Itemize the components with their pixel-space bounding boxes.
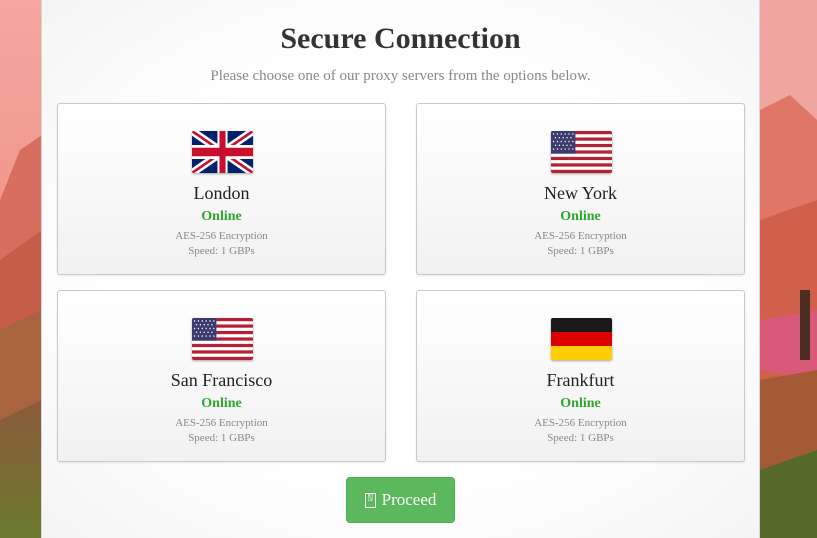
server-speed: Speed: 1 GBPs bbox=[547, 245, 614, 257]
server-city: London bbox=[193, 183, 250, 203]
server-encryption: AES-256 Encryption bbox=[534, 417, 627, 429]
page-subtitle: Please choose one of our proxy servers f… bbox=[210, 68, 591, 84]
us-flag-icon bbox=[550, 131, 612, 173]
server-card-london[interactable]: London Online AES-256 Encryption Speed: … bbox=[57, 103, 386, 275]
germany-flag-icon bbox=[550, 318, 612, 360]
server-encryption: AES-256 Encryption bbox=[534, 230, 627, 242]
glyph-box-icon: ⍂ bbox=[364, 492, 376, 508]
server-city: San Francisco bbox=[170, 370, 273, 390]
server-status: Online bbox=[560, 209, 601, 224]
server-card-san-francisco[interactable]: San Francisco Online AES-256 Encryption … bbox=[57, 290, 386, 462]
server-city: Frankfurt bbox=[546, 370, 615, 390]
server-status: Online bbox=[560, 396, 601, 411]
uk-flag-icon bbox=[191, 131, 253, 173]
proceed-button[interactable]: ⍂ Proceed bbox=[346, 477, 455, 523]
server-encryption: AES-256 Encryption bbox=[175, 417, 268, 429]
server-status: Online bbox=[201, 396, 242, 411]
us-flag-icon bbox=[191, 318, 253, 360]
server-speed: Speed: 1 GBPs bbox=[547, 432, 614, 444]
server-status: Online bbox=[201, 209, 242, 224]
server-card-new-york[interactable]: New York Online AES-256 Encryption Speed… bbox=[416, 103, 745, 275]
proceed-button-label: Proceed bbox=[381, 490, 437, 509]
server-speed: Speed: 1 GBPs bbox=[188, 432, 255, 444]
server-city: New York bbox=[543, 183, 617, 203]
server-encryption: AES-256 Encryption bbox=[175, 230, 268, 242]
page-title: Secure Connection bbox=[280, 22, 521, 55]
main-panel: Secure Connection Please choose one of o… bbox=[41, 0, 760, 538]
server-speed: Speed: 1 GBPs bbox=[188, 245, 255, 257]
server-card-frankfurt[interactable]: Frankfurt Online AES-256 Encryption Spee… bbox=[416, 290, 745, 462]
